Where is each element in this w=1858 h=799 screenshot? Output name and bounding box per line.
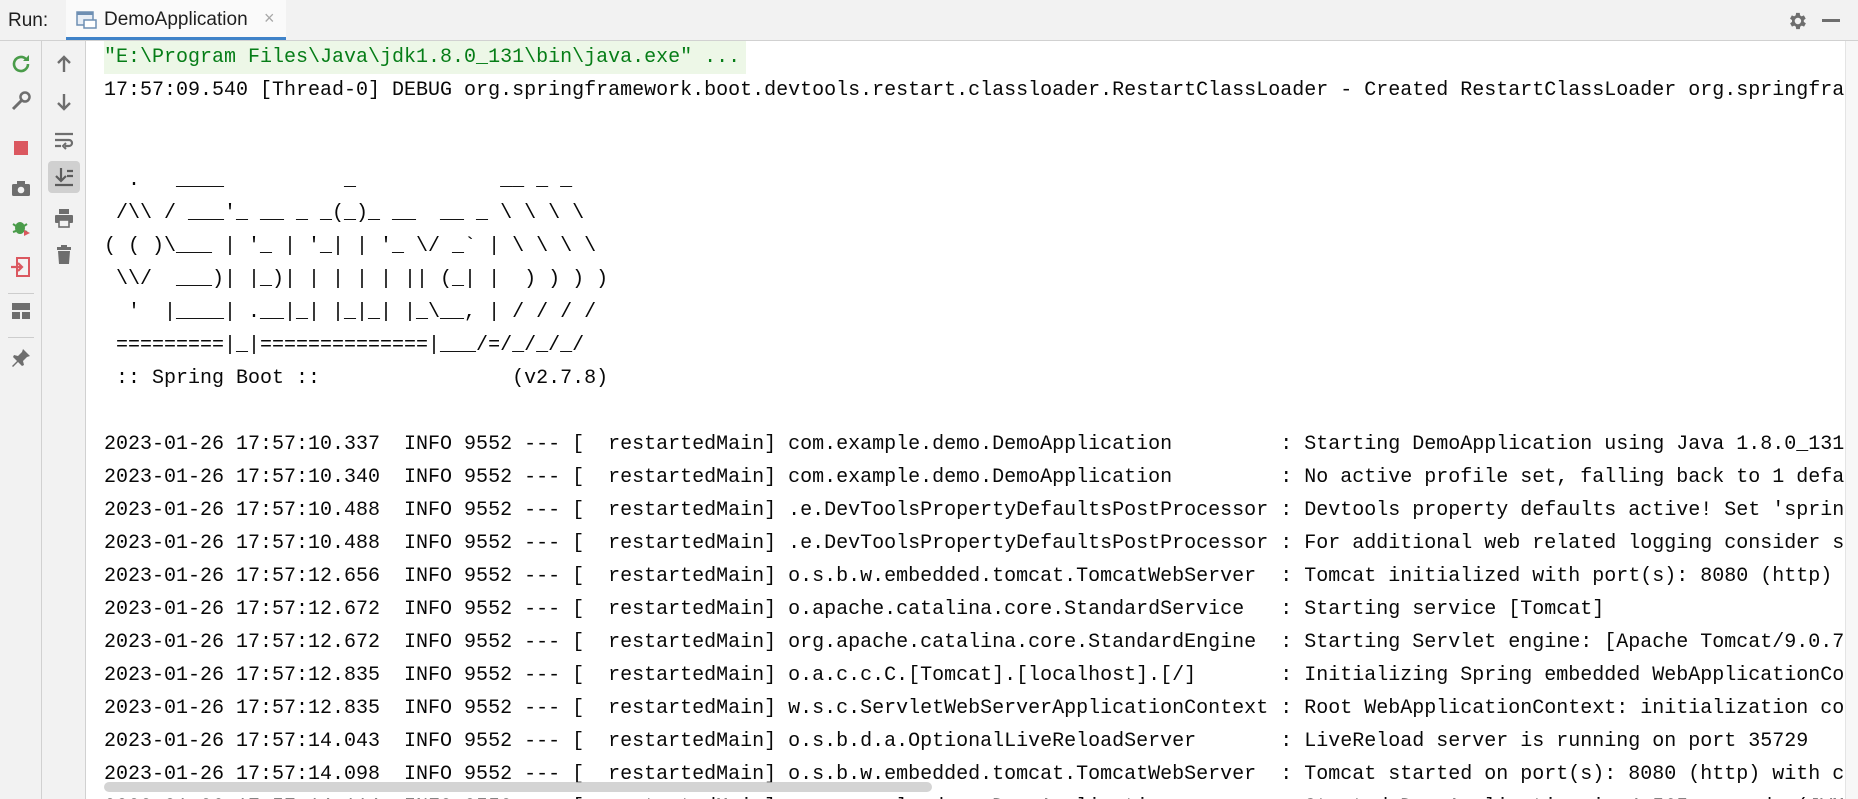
scroll-to-end-icon[interactable] [48,161,80,193]
toolbar-separator [8,337,34,338]
banner-line: . ____ _ __ _ _ [104,169,573,192]
log-line: 2023-01-26 17:57:10.488 INFO 9552 --- [ … [104,499,1857,522]
log-line: 2023-01-26 17:57:10.337 INFO 9552 --- [ … [104,433,1845,456]
trash-icon[interactable] [50,241,78,269]
run-actions-toolbar [0,41,42,799]
console-tab-icon [76,11,98,29]
print-icon[interactable] [50,204,78,232]
run-tool-window-header: Run: DemoApplication × [0,0,1858,41]
log-line: 2023-01-26 17:57:12.835 INFO 9552 --- [ … [104,664,1857,687]
spring-boot-version-line: :: Spring Boot :: (v2.7.8) [104,367,609,390]
camera-icon[interactable] [7,175,35,203]
gear-icon[interactable] [1786,10,1808,32]
debug-log-line: 17:57:09.540 [Thread-0] DEBUG org.spring… [104,79,1857,102]
banner-line: ' |____| .__|_| |_|_| |_\__, | / / / / [104,301,597,324]
console-output[interactable]: "E:\Program Files\Java\jdk1.8.0_131\bin\… [86,41,1858,799]
log-line: 2023-01-26 17:57:14.043 INFO 9552 --- [ … [104,730,1809,753]
log-line: 2023-01-26 17:57:12.656 INFO 9552 --- [ … [104,565,1833,588]
banner-line: /\\ / ___'_ __ _ _(_)_ __ __ _ \ \ \ \ [104,202,585,225]
soft-wrap-icon[interactable] [50,126,78,154]
log-line: 2023-01-26 17:57:14.114 INFO 9552 --- [ … [104,791,1844,799]
banner-line: ( ( )\___ | '_ | '_| | '_ \/ _` | \ \ \ … [104,235,597,258]
log-line: 2023-01-26 17:57:10.340 INFO 9552 --- [ … [104,466,1857,489]
tab-demo-application[interactable]: DemoApplication × [66,0,286,40]
toolbar-separator [8,293,34,294]
console-actions-toolbar [42,41,86,799]
exit-icon[interactable] [7,253,35,281]
stop-icon[interactable] [7,134,35,162]
log-line: 2023-01-26 17:57:12.672 INFO 9552 --- [ … [104,598,1605,621]
debug-icon[interactable] [7,213,35,241]
run-label: Run: [8,10,49,31]
log-line: 2023-01-26 17:57:12.835 INFO 9552 --- [ … [104,697,1857,720]
tab-title: DemoApplication [104,9,248,30]
rerun-icon[interactable] [7,50,35,78]
log-line: 2023-01-26 17:57:12.672 INFO 9552 --- [ … [104,631,1857,654]
pin-icon[interactable] [7,344,35,372]
close-icon[interactable]: × [264,8,275,29]
minimize-icon[interactable] [1822,19,1840,22]
up-arrow-icon[interactable] [50,50,78,78]
modify-config-icon[interactable] [7,87,35,115]
command-line[interactable]: "E:\Program Files\Java\jdk1.8.0_131\bin\… [104,41,747,74]
layout-icon[interactable] [7,297,35,325]
log-line: 2023-01-26 17:57:10.488 INFO 9552 --- [ … [104,532,1857,555]
horizontal-scrollbar[interactable] [104,782,932,792]
banner-line: =========|_|==============|___/=/_/_/_/ [104,334,585,357]
vertical-scrollbar[interactable] [1845,41,1858,799]
banner-line: \\/ ___)| |_)| | | | | || (_| | ) ) ) ) [104,268,609,291]
down-arrow-icon[interactable] [50,88,78,116]
